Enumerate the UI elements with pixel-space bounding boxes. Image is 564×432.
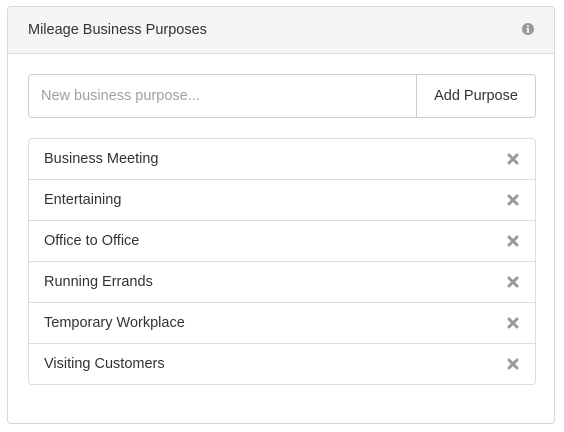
purpose-list: Business Meeting Entertaining Office to Of… [28, 138, 536, 385]
close-icon [507, 194, 519, 206]
close-icon [507, 358, 519, 370]
remove-purpose-button[interactable] [506, 275, 520, 289]
list-item: Visiting Customers [29, 343, 535, 384]
close-icon [507, 235, 519, 247]
list-item: Temporary Workplace [29, 302, 535, 343]
list-item: Running Errands [29, 261, 535, 302]
list-item: Office to Office [29, 220, 535, 261]
add-purpose-button[interactable]: Add Purpose [416, 75, 535, 117]
purpose-label: Business Meeting [44, 151, 159, 167]
new-purpose-input[interactable] [29, 75, 416, 117]
business-purposes-panel: Mileage Business Purposes Add Purpose Bu… [7, 6, 555, 424]
remove-purpose-button[interactable] [506, 357, 520, 371]
purpose-label: Visiting Customers [44, 356, 165, 372]
purpose-label: Running Errands [44, 274, 153, 290]
panel-header: Mileage Business Purposes [8, 7, 554, 54]
info-icon[interactable] [522, 23, 534, 35]
panel-title: Mileage Business Purposes [28, 22, 207, 38]
list-item: Business Meeting [29, 139, 535, 179]
purpose-label: Entertaining [44, 192, 122, 208]
close-icon [507, 276, 519, 288]
remove-purpose-button[interactable] [506, 152, 520, 166]
list-item: Entertaining [29, 179, 535, 220]
remove-purpose-button[interactable] [506, 234, 520, 248]
remove-purpose-button[interactable] [506, 316, 520, 330]
remove-purpose-button[interactable] [506, 193, 520, 207]
close-icon [507, 153, 519, 165]
add-purpose-form: Add Purpose [28, 74, 536, 118]
close-icon [507, 317, 519, 329]
purpose-label: Temporary Workplace [44, 315, 185, 331]
purpose-label: Office to Office [44, 233, 140, 249]
